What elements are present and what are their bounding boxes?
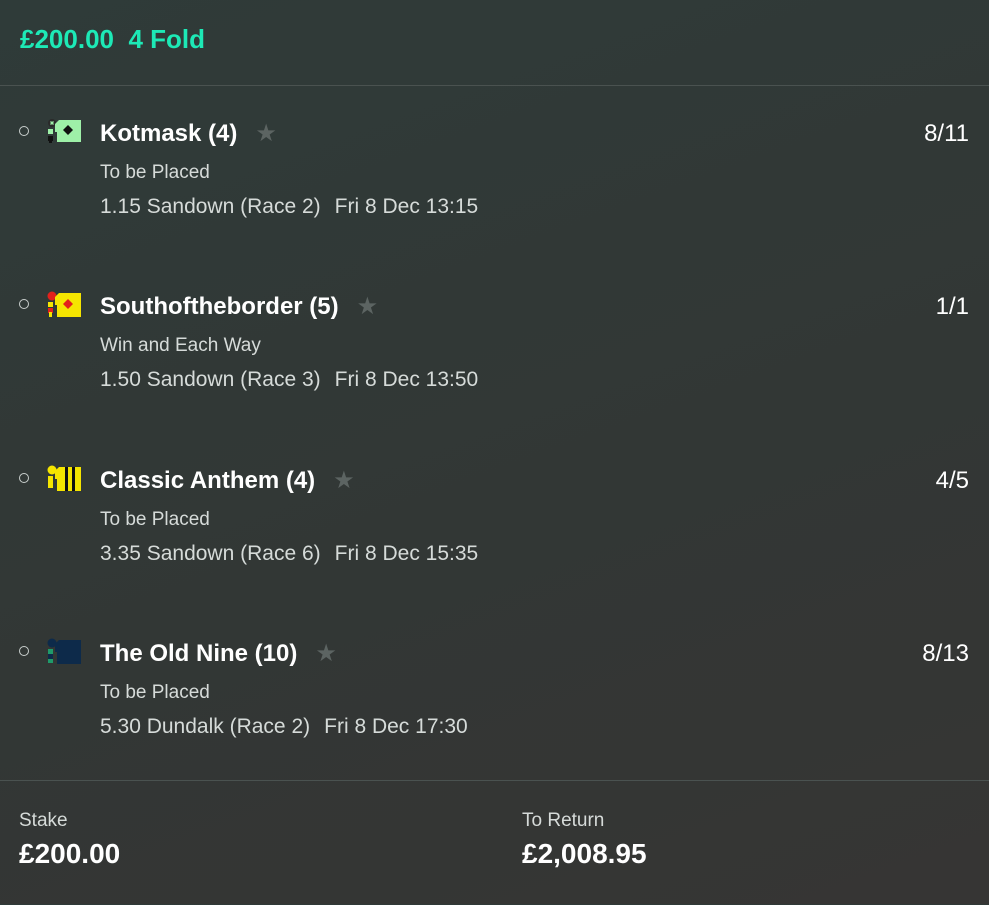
event-name: 1.15 Sandown (Race 2) — [100, 195, 321, 218]
selection-item: Classic Anthem (4) ★ 4/5 To be Placed 3.… — [0, 465, 989, 615]
selection-radio[interactable] — [19, 126, 29, 136]
selection-market: To be Placed — [100, 509, 210, 530]
runner-name: Kotmask (4) — [100, 120, 238, 147]
bet-title: £200.00 4 Fold — [20, 24, 205, 55]
selection-item: Southoftheborder (5) ★ 1/1 Win and Each … — [0, 291, 989, 441]
selection-market: To be Placed — [100, 682, 210, 703]
selection-item: The Old Nine (10) ★ 8/13 To be Placed 5.… — [0, 638, 989, 788]
runner-line: Southoftheborder (5) ★ — [100, 293, 378, 321]
selection-event: 3.35 Sandown (Race 6) Fri 8 Dec 15:35 — [100, 542, 478, 566]
selection-radio[interactable] — [19, 299, 29, 309]
selection-market: Win and Each Way — [100, 335, 261, 356]
silk-yellow-black-stripes-icon — [47, 465, 81, 491]
star-icon[interactable]: ★ — [333, 469, 355, 493]
event-time: Fri 8 Dec 15:35 — [334, 542, 479, 565]
runner-line: The Old Nine (10) ★ — [100, 640, 337, 668]
selection-market: To be Placed — [100, 162, 210, 183]
selection-odds: 1/1 — [935, 293, 969, 320]
bet-stake-amount: £200.00 — [20, 24, 114, 54]
selection-event: 1.50 Sandown (Race 3) Fri 8 Dec 13:50 — [100, 368, 478, 392]
runner-line: Classic Anthem (4) ★ — [100, 467, 355, 495]
silk-green-black-diamond-icon — [48, 119, 81, 143]
event-time: Fri 8 Dec 13:15 — [334, 195, 479, 218]
silk-navy-green-icon — [47, 638, 81, 664]
selection-odds: 8/13 — [922, 640, 969, 667]
bet-type: 4 Fold — [128, 24, 205, 54]
selection-odds: 8/11 — [924, 120, 969, 147]
runner-name: The Old Nine (10) — [100, 640, 298, 667]
selection-odds: 4/5 — [935, 467, 969, 494]
event-name: 5.30 Dundalk (Race 2) — [100, 715, 311, 738]
star-icon[interactable]: ★ — [255, 122, 277, 146]
to-return-label: To Return — [522, 810, 605, 831]
star-icon[interactable]: ★ — [357, 295, 379, 319]
selection-radio[interactable] — [19, 473, 29, 483]
event-time: Fri 8 Dec 17:30 — [324, 715, 468, 738]
selection-event: 5.30 Dundalk (Race 2) Fri 8 Dec 17:30 — [100, 715, 468, 739]
stake-label: Stake — [19, 810, 68, 831]
event-time: Fri 8 Dec 13:50 — [334, 368, 479, 391]
silk-yellow-red-diamond-icon — [47, 291, 81, 317]
selection-radio[interactable] — [19, 646, 29, 656]
runner-name: Classic Anthem (4) — [100, 467, 316, 494]
runner-line: Kotmask (4) ★ — [100, 120, 277, 148]
to-return-value: £2,008.95 — [522, 838, 647, 869]
bet-header: £200.00 4 Fold — [0, 0, 989, 86]
selection-item: Kotmask (4) ★ 8/11 To be Placed 1.15 San… — [0, 118, 989, 268]
event-name: 3.35 Sandown (Race 6) — [100, 542, 321, 565]
stake-value: £200.00 — [19, 838, 121, 869]
star-icon[interactable]: ★ — [315, 642, 337, 666]
selection-event: 1.15 Sandown (Race 2) Fri 8 Dec 13:15 — [100, 195, 478, 219]
bet-summary: Stake £200.00 To Return £2,008.95 — [0, 780, 989, 905]
event-name: 1.50 Sandown (Race 3) — [100, 368, 321, 391]
runner-name: Southoftheborder (5) — [100, 293, 339, 320]
